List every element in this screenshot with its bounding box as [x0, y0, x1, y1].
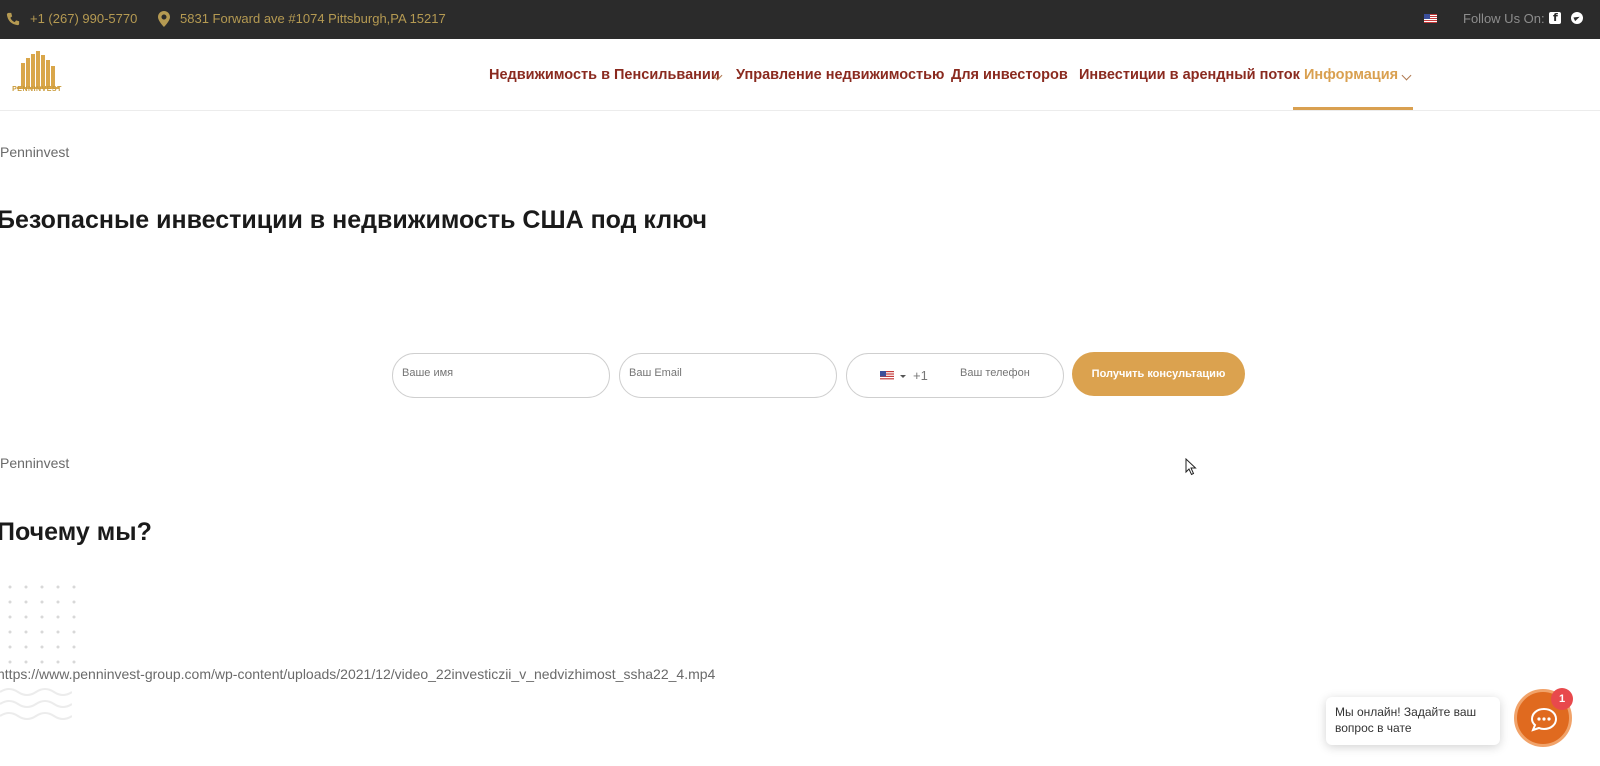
breadcrumb[interactable]: Penninvest: [0, 144, 69, 160]
nav-active-indicator: [1293, 107, 1413, 110]
chat-greeting-text: Мы онлайн! Задайте ваш вопрос в чате: [1335, 705, 1477, 735]
page-title: Безопасные инвестиции в недвижимость США…: [0, 206, 708, 234]
topbar-address[interactable]: 5831 Forward ave #1074 Pittsburgh,PA 152…: [180, 11, 446, 26]
top-bar: +1 (267) 990-5770 5831 Forward ave #1074…: [0, 0, 1600, 39]
facebook-icon[interactable]: [1549, 11, 1561, 24]
us-flag-icon[interactable]: [880, 371, 894, 381]
phone-input[interactable]: [960, 367, 1050, 379]
email-input[interactable]: [629, 367, 809, 379]
nav-information[interactable]: Информация: [1304, 67, 1398, 83]
video-url-link[interactable]: https://www.penninvest-group.com/wp-cont…: [0, 666, 715, 682]
name-field[interactable]: [392, 353, 610, 398]
chat-notification-badge: 1: [1551, 688, 1573, 710]
breadcrumb[interactable]: Penninvest: [0, 455, 69, 471]
chat-bubbles-icon: [1530, 707, 1558, 732]
site-header: PENNINVEST Недвижимость в Пенсильвании У…: [0, 39, 1600, 111]
caret-down-icon[interactable]: [900, 375, 906, 378]
phone-country-code: +1: [913, 368, 928, 383]
name-input[interactable]: [402, 367, 582, 379]
mouse-cursor-icon: [1185, 458, 1197, 476]
email-field[interactable]: [619, 353, 837, 398]
nav-pennsylvania-realty[interactable]: Недвижимость в Пенсильвании: [489, 67, 720, 83]
phone-icon: [6, 12, 20, 26]
nav-property-management[interactable]: Управление недвижимостью: [736, 67, 944, 83]
section-title: Почему мы?: [0, 518, 152, 546]
nav-rental-investments[interactable]: Инвестиции в арендный поток: [1079, 67, 1300, 83]
follow-label: Follow Us On:: [1463, 11, 1545, 26]
nav-for-investors[interactable]: Для инвесторов: [951, 67, 1068, 83]
chat-greeting-bubble[interactable]: Мы онлайн! Задайте ваш вопрос в чате: [1326, 697, 1500, 745]
location-pin-icon: [158, 11, 170, 27]
chevron-down-icon[interactable]: [1401, 70, 1412, 81]
logo-text: PENNINVEST: [12, 86, 62, 93]
waves-decoration: [0, 688, 72, 720]
dots-pattern-decoration: [8, 585, 76, 664]
us-flag-icon[interactable]: [1424, 14, 1437, 23]
topbar-phone[interactable]: +1 (267) 990-5770: [30, 11, 137, 26]
phone-field[interactable]: +1: [846, 353, 1064, 398]
get-consultation-button[interactable]: Получить консультацию: [1072, 352, 1245, 396]
telegram-icon[interactable]: [1571, 12, 1583, 24]
